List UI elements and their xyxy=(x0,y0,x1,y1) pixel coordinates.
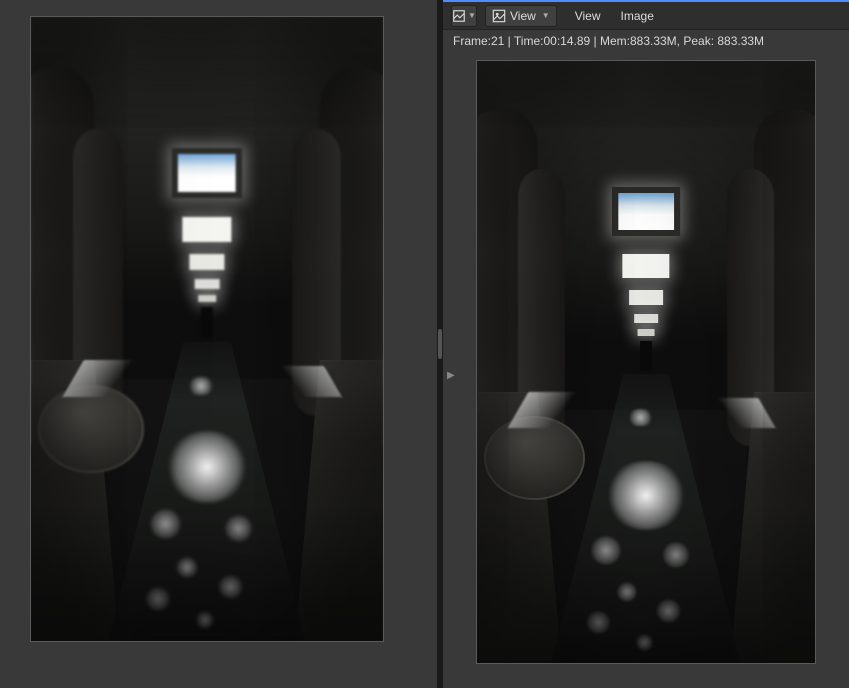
water-channel xyxy=(108,341,305,641)
image-editor-canvas[interactable]: ▶ xyxy=(443,52,849,688)
image-editor-toolbar: ▼ View ▼ View Image xyxy=(443,2,849,30)
display-mode-dropdown[interactable]: View ▼ xyxy=(485,5,557,27)
water-caustic xyxy=(589,536,623,565)
round-basin xyxy=(484,416,585,500)
water-caustic xyxy=(144,587,172,611)
water-caustic xyxy=(616,582,639,602)
render-result-frame[interactable] xyxy=(476,60,816,664)
skylight-3 xyxy=(189,254,224,270)
skylight-3 xyxy=(629,290,663,305)
water-caustic xyxy=(661,542,691,568)
sidebar-expand-chevron-icon[interactable]: ▶ xyxy=(447,370,455,381)
menu-view[interactable]: View xyxy=(569,5,607,27)
water-caustic xyxy=(217,575,245,599)
skylight-5 xyxy=(198,295,216,302)
skylight-2 xyxy=(622,254,669,278)
left-viewport-panel xyxy=(0,0,437,688)
scene-render xyxy=(31,17,383,641)
skylight-1 xyxy=(172,148,242,198)
chevron-down-icon: ▼ xyxy=(542,11,550,20)
skylight-2 xyxy=(182,217,231,242)
water-caustic xyxy=(635,634,654,651)
render-status-text: Frame:21 | Time:00:14.89 | Mem:883.33M, … xyxy=(453,34,764,48)
water-caustic xyxy=(223,515,255,542)
corridor-end-dark xyxy=(640,341,652,371)
render-status-line: Frame:21 | Time:00:14.89 | Mem:883.33M, … xyxy=(443,30,849,52)
water-caustic xyxy=(604,461,687,530)
skylight-5 xyxy=(638,329,655,336)
water-channel xyxy=(551,374,740,663)
round-basin xyxy=(38,385,144,472)
display-mode-label: View xyxy=(510,9,536,23)
water-caustic xyxy=(187,377,215,395)
water-caustic xyxy=(655,599,681,622)
water-caustic xyxy=(175,557,199,578)
water-caustic xyxy=(148,509,183,539)
water-caustic xyxy=(627,409,653,426)
skylight-4 xyxy=(634,314,658,324)
display-channels-icon xyxy=(492,9,506,23)
water-caustic xyxy=(585,611,611,634)
skylight-1 xyxy=(612,187,680,235)
corridor-end-dark xyxy=(201,307,213,338)
left-render-preview[interactable] xyxy=(30,16,384,642)
image-editor-icon xyxy=(452,9,466,23)
image-editor-panel: ▼ View ▼ View Image Frame:21 | Time:00:1… xyxy=(443,0,849,688)
scene-render xyxy=(477,61,815,663)
skylight-4 xyxy=(195,279,220,289)
editor-type-dropdown[interactable]: ▼ xyxy=(451,5,477,27)
menu-image[interactable]: Image xyxy=(615,5,660,27)
chevron-down-icon: ▼ xyxy=(468,11,476,20)
water-caustic xyxy=(164,431,251,503)
water-caustic xyxy=(195,611,215,629)
